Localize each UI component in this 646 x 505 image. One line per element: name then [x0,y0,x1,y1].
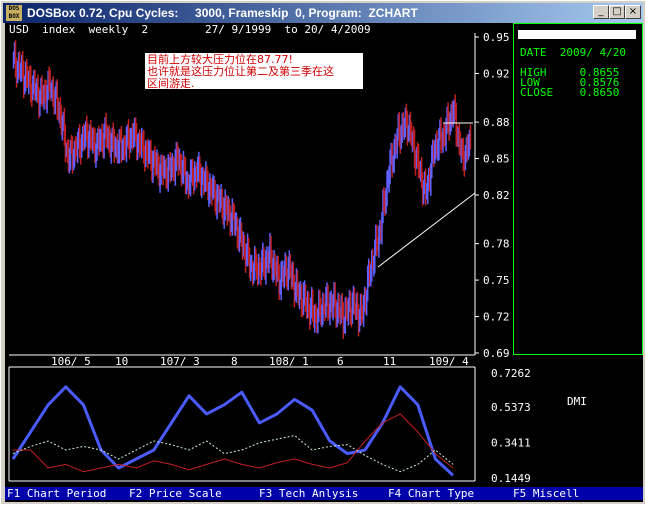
time-tick-label: 8 [231,355,238,368]
window-title: DOSBox 0.72, Cpu Cycles: 3000, Frameskip… [27,6,418,20]
time-tick-label: 107/ 3 [160,355,200,368]
price-tick-label: 0.85 [483,153,510,166]
f2-price-scale-key[interactable]: F2 Price Scale [129,487,222,500]
dmi-lines-group [11,385,455,477]
info-date: DATE 2009/ 4/20 [520,46,626,59]
close-button[interactable]: × [625,5,641,19]
time-tick-label: 109/ 4 [429,355,469,368]
price-tick-label: 0.72 [483,311,510,324]
price-tick-label: 0.75 [483,274,510,287]
f5-misc-key[interactable]: F5 Miscell [513,487,579,500]
time-tick-label: 108/ 1 [269,355,309,368]
time-tick-label: 10 [115,355,129,368]
info-highlight-bar [518,30,636,39]
dmi-series-line [13,413,454,473]
maximize-button[interactable]: □ [609,5,625,19]
title-bar[interactable]: DOS BOX DOSBox 0.72, Cpu Cycles: 3000, F… [3,3,643,23]
note-line-3: 区间游走. [147,77,195,90]
dos-screen[interactable]: USD index weekly 2 27/ 9/1999 to 20/ 4/2… [5,23,643,502]
f4-chart-type-key[interactable]: F4 Chart Type [388,487,474,500]
annotation-note: 目前上方较大压力位在87.77! 也许就是这压力位让第二及第三季在这 区间游走. [145,53,363,90]
dosbox-window: DOS BOX DOSBox 0.72, Cpu Cycles: 3000, F… [0,0,646,505]
price-tick-label: 0.82 [483,189,510,202]
dmi-tick-label: 0.1449 [491,472,531,485]
info-close: CLOSE 0.8650 [520,86,620,99]
function-key-bar: F1 Chart Period F2 Price Scale F3 Tech A… [5,487,643,500]
dmi-tick-label: 0.3411 [491,437,531,450]
f3-tech-analysis-key[interactable]: F3 Tech Anlysis [259,487,358,500]
price-tick-label: 0.69 [483,347,510,360]
time-tick-label: 6 [337,355,344,368]
minimize-button[interactable]: _ [593,5,609,19]
price-tick-label: 0.92 [483,67,510,80]
price-tick-label: 0.95 [483,31,510,44]
time-tick-label: 11 [383,355,397,368]
dmi-tick-label: 0.5373 [491,401,531,414]
dmi-ticks-group: 0.7262 0.5373 0.3411 0.1449 [491,367,531,485]
price-tick-label: 0.78 [483,238,510,251]
dmi-tick-label: 0.7262 [491,367,531,380]
quote-info-panel: DATE 2009/ 4/20 HIGH 0.8655 LOW 0.8576 C… [513,23,643,355]
dosbox-app-icon[interactable]: DOS BOX [6,5,22,21]
dmi-series-line [12,435,454,473]
price-tick-label: 0.88 [483,116,510,129]
support-trendline [377,192,476,268]
time-tick-label: 106/ 5 [51,355,91,368]
price-ticks-group: 0.95 0.92 0.88 0.85 0.82 0.78 0.75 0.72 0.69 [475,31,510,360]
indicator-name: DMI [567,395,587,408]
f1-chart-period-key[interactable]: F1 Chart Period [7,487,106,500]
